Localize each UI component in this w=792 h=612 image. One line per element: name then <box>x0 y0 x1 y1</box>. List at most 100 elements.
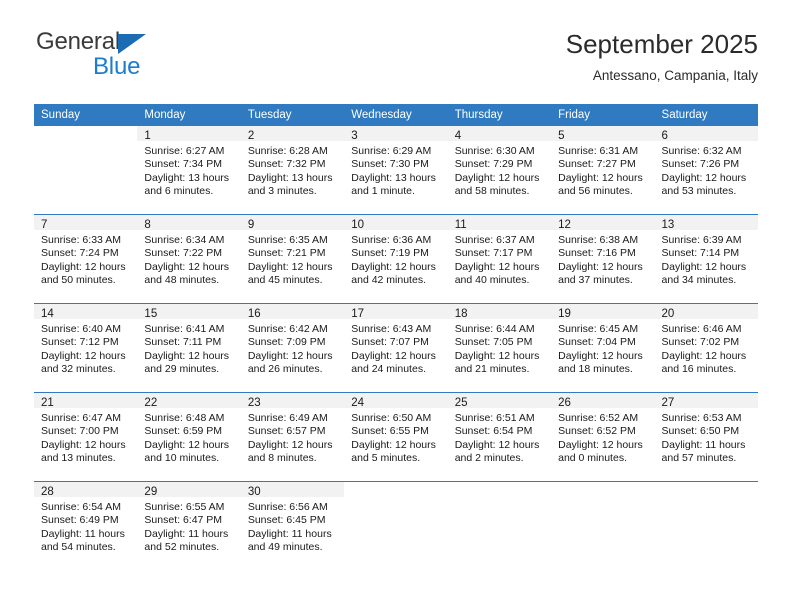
daylight-line1: Daylight: 12 hours <box>454 260 540 273</box>
day-number <box>34 126 138 141</box>
sunset-text: Sunset: 6:55 PM <box>351 425 429 438</box>
calendar-day-cell[interactable] <box>447 481 552 570</box>
daylight-line1: Daylight: 12 hours <box>41 349 126 362</box>
sunset-text: Sunset: 7:24 PM <box>41 247 119 260</box>
calendar-day-cell[interactable]: 11 Sunrise: 6:37 AM Sunset: 7:17 PM Dayl… <box>447 214 552 304</box>
calendar-day-cell[interactable]: 19 Sunrise: 6:45 AM Sunset: 7:04 PM Dayl… <box>551 303 655 393</box>
day-details: Sunrise: 6:56 AM Sunset: 6:45 PM Dayligh… <box>241 497 344 555</box>
sunrise-text: Sunrise: 6:30 AM <box>454 145 535 157</box>
calendar-day-cell[interactable]: 20 Sunrise: 6:46 AM Sunset: 7:02 PM Dayl… <box>654 303 758 393</box>
calendar-day-cell[interactable]: 21 Sunrise: 6:47 AM Sunset: 7:00 PM Dayl… <box>34 392 138 482</box>
calendar-day-cell[interactable]: 6 Sunrise: 6:32 AM Sunset: 7:26 PM Dayli… <box>654 126 758 215</box>
day-number: 24 <box>344 393 448 409</box>
calendar-day-cell[interactable]: 5 Sunrise: 6:31 AM Sunset: 7:27 PM Dayli… <box>551 126 655 215</box>
sunrise-text: Sunrise: 6:29 AM <box>351 145 432 157</box>
calendar-body: 1 Sunrise: 6:27 AM Sunset: 7:34 PM Dayli… <box>34 126 758 570</box>
daylight-line2: and 21 minutes. <box>454 363 530 376</box>
day-number: 4 <box>447 126 552 142</box>
title-block: September 2025 Antessano, Campania, Ital… <box>566 28 758 86</box>
calendar-day-cell[interactable]: 27 Sunrise: 6:53 AM Sunset: 6:50 PM Dayl… <box>654 392 758 482</box>
daylight-line2: and 13 minutes. <box>41 452 116 465</box>
generalblue-logo[interactable]: General Blue <box>34 28 224 88</box>
calendar-week-row: 21 Sunrise: 6:47 AM Sunset: 7:00 PM Dayl… <box>34 392 758 482</box>
calendar-day-cell[interactable]: 17 Sunrise: 6:43 AM Sunset: 7:07 PM Dayl… <box>344 303 448 393</box>
day-details: Sunrise: 6:47 AM Sunset: 7:00 PM Dayligh… <box>34 408 137 466</box>
sunset-text: Sunset: 7:17 PM <box>454 247 533 260</box>
sunrise-text: Sunrise: 6:49 AM <box>247 412 328 424</box>
sunset-text: Sunset: 6:54 PM <box>454 425 533 438</box>
calendar-day-cell[interactable]: 12 Sunrise: 6:38 AM Sunset: 7:16 PM Dayl… <box>551 214 655 304</box>
sunset-text: Sunset: 7:04 PM <box>558 336 636 349</box>
day-details: Sunrise: 6:27 AM Sunset: 7:34 PM Dayligh… <box>137 141 240 199</box>
day-number <box>447 482 552 497</box>
day-number: 23 <box>240 393 345 409</box>
day-details: Sunrise: 6:51 AM Sunset: 6:54 PM Dayligh… <box>448 408 551 466</box>
calendar-day-cell[interactable]: 3 Sunrise: 6:29 AM Sunset: 7:30 PM Dayli… <box>344 126 448 215</box>
calendar-day-cell[interactable]: 23 Sunrise: 6:49 AM Sunset: 6:57 PM Dayl… <box>240 392 345 482</box>
day-details: Sunrise: 6:44 AM Sunset: 7:05 PM Dayligh… <box>448 319 551 377</box>
sunrise-text: Sunrise: 6:41 AM <box>144 323 225 335</box>
sunrise-text: Sunrise: 6:27 AM <box>144 145 225 157</box>
weekday-header-thursday: Thursday <box>447 104 552 126</box>
day-details: Sunrise: 6:41 AM Sunset: 7:11 PM Dayligh… <box>137 319 240 377</box>
calendar-day-cell[interactable]: 14 Sunrise: 6:40 AM Sunset: 7:12 PM Dayl… <box>34 303 138 393</box>
day-number: 12 <box>551 215 655 231</box>
calendar-day-cell[interactable]: 28 Sunrise: 6:54 AM Sunset: 6:49 PM Dayl… <box>34 481 138 570</box>
day-details: Sunrise: 6:29 AM Sunset: 7:30 PM Dayligh… <box>344 141 447 199</box>
sunset-text: Sunset: 6:47 PM <box>144 514 223 527</box>
day-number: 8 <box>137 215 241 231</box>
day-number: 25 <box>447 393 552 409</box>
day-details: Sunrise: 6:40 AM Sunset: 7:12 PM Dayligh… <box>34 319 137 377</box>
sunset-text: Sunset: 6:45 PM <box>247 514 326 527</box>
day-number: 7 <box>34 215 138 231</box>
weekday-header-friday: Friday <box>551 104 655 126</box>
sunrise-text: Sunrise: 6:47 AM <box>41 412 121 424</box>
weekday-header-saturday: Saturday <box>654 104 758 126</box>
calendar-day-cell[interactable]: 15 Sunrise: 6:41 AM Sunset: 7:11 PM Dayl… <box>137 303 241 393</box>
day-number: 14 <box>34 304 138 320</box>
day-details: Sunrise: 6:55 AM Sunset: 6:47 PM Dayligh… <box>137 497 240 555</box>
calendar-day-cell[interactable]: 24 Sunrise: 6:50 AM Sunset: 6:55 PM Dayl… <box>344 392 448 482</box>
calendar-day-cell[interactable]: 18 Sunrise: 6:44 AM Sunset: 7:05 PM Dayl… <box>447 303 552 393</box>
calendar-day-cell[interactable] <box>654 481 758 570</box>
calendar-day-cell[interactable]: 1 Sunrise: 6:27 AM Sunset: 7:34 PM Dayli… <box>137 126 241 215</box>
calendar-day-cell[interactable]: 8 Sunrise: 6:34 AM Sunset: 7:22 PM Dayli… <box>137 214 241 304</box>
daylight-line2: and 48 minutes. <box>144 274 220 287</box>
calendar-day-cell[interactable]: 2 Sunrise: 6:28 AM Sunset: 7:32 PM Dayli… <box>240 126 345 215</box>
sunrise-text: Sunrise: 6:39 AM <box>661 234 742 246</box>
daylight-line2: and 40 minutes. <box>454 274 530 287</box>
day-number: 27 <box>654 393 758 409</box>
sunrise-text: Sunrise: 6:56 AM <box>247 501 328 513</box>
daylight-line2: and 49 minutes. <box>247 541 323 554</box>
sunset-text: Sunset: 7:12 PM <box>41 336 119 349</box>
calendar-day-cell[interactable]: 7 Sunrise: 6:33 AM Sunset: 7:24 PM Dayli… <box>34 214 138 304</box>
calendar-day-cell[interactable] <box>344 481 448 570</box>
sunrise-text: Sunrise: 6:48 AM <box>144 412 225 424</box>
calendar-day-cell[interactable] <box>34 126 138 215</box>
calendar-day-cell[interactable]: 30 Sunrise: 6:56 AM Sunset: 6:45 PM Dayl… <box>240 481 345 570</box>
calendar-day-cell[interactable]: 22 Sunrise: 6:48 AM Sunset: 6:59 PM Dayl… <box>137 392 241 482</box>
day-number: 17 <box>344 304 448 320</box>
sunrise-text: Sunrise: 6:31 AM <box>558 145 639 157</box>
calendar-day-cell[interactable]: 29 Sunrise: 6:55 AM Sunset: 6:47 PM Dayl… <box>137 481 241 570</box>
calendar-day-cell[interactable]: 13 Sunrise: 6:39 AM Sunset: 7:14 PM Dayl… <box>654 214 758 304</box>
daylight-line2: and 8 minutes. <box>247 452 317 465</box>
daylight-line1: Daylight: 13 hours <box>247 171 333 184</box>
daylight-line2: and 34 minutes. <box>661 274 737 287</box>
sunset-text: Sunset: 7:07 PM <box>351 336 429 349</box>
calendar-day-cell[interactable]: 16 Sunrise: 6:42 AM Sunset: 7:09 PM Dayl… <box>240 303 345 393</box>
sunrise-text: Sunrise: 6:53 AM <box>661 412 742 424</box>
daylight-line1: Daylight: 12 hours <box>351 438 436 451</box>
calendar-week-row: 28 Sunrise: 6:54 AM Sunset: 6:49 PM Dayl… <box>34 481 758 570</box>
calendar-day-cell[interactable]: 10 Sunrise: 6:36 AM Sunset: 7:19 PM Dayl… <box>344 214 448 304</box>
calendar-day-cell[interactable] <box>551 481 655 570</box>
daylight-line1: Daylight: 12 hours <box>454 349 540 362</box>
sunset-text: Sunset: 7:16 PM <box>558 247 636 260</box>
daylight-line1: Daylight: 12 hours <box>351 349 436 362</box>
calendar-day-cell[interactable]: 25 Sunrise: 6:51 AM Sunset: 6:54 PM Dayl… <box>447 392 552 482</box>
calendar-day-cell[interactable]: 26 Sunrise: 6:52 AM Sunset: 6:52 PM Dayl… <box>551 392 655 482</box>
day-details: Sunrise: 6:39 AM Sunset: 7:14 PM Dayligh… <box>655 230 758 288</box>
day-number: 9 <box>240 215 345 231</box>
calendar-day-cell[interactable]: 9 Sunrise: 6:35 AM Sunset: 7:21 PM Dayli… <box>240 214 345 304</box>
calendar-day-cell[interactable]: 4 Sunrise: 6:30 AM Sunset: 7:29 PM Dayli… <box>447 126 552 215</box>
